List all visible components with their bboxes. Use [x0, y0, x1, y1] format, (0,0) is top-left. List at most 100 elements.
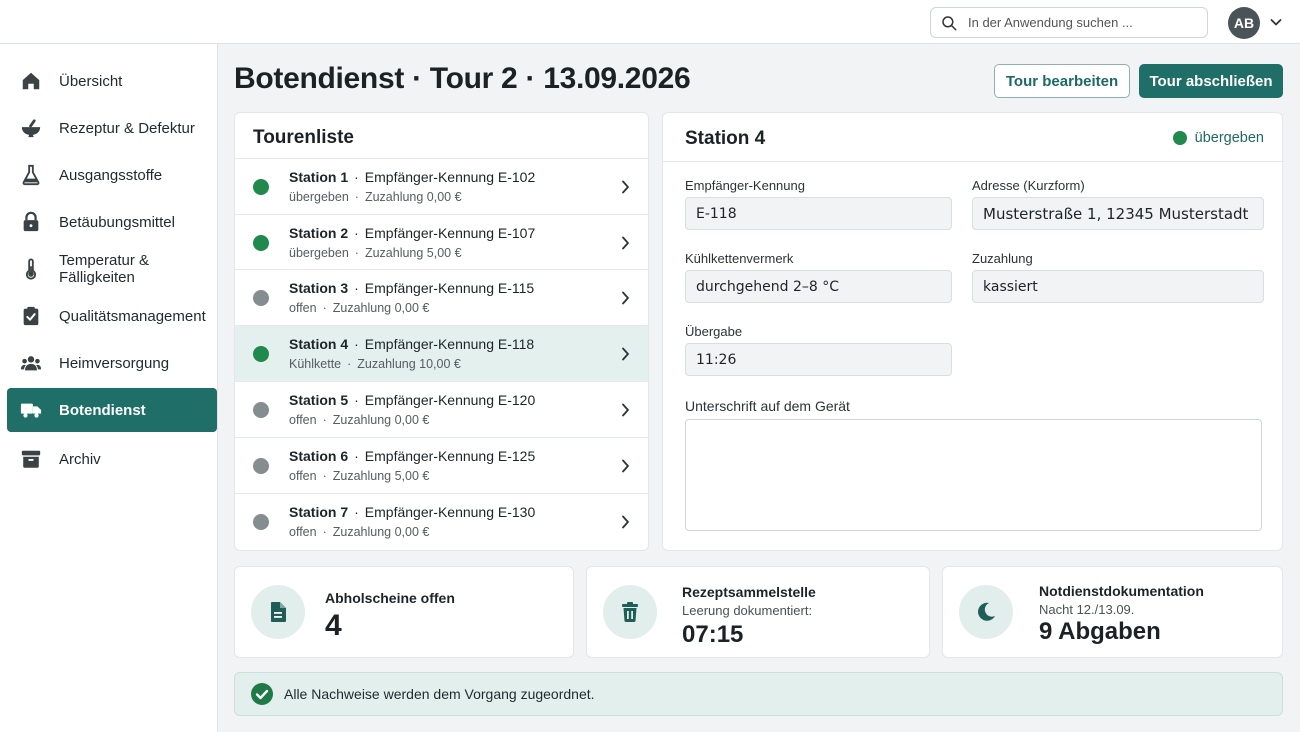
- tour-list-title: Tourenliste: [253, 127, 354, 148]
- status-dot: [253, 402, 269, 418]
- sidebar-item-qualitaetsmanagement[interactable]: Qualitätsmanagement: [7, 294, 217, 338]
- recipient-id: Empfänger-Kennung E-130: [364, 504, 536, 520]
- row-payment: Zuzahlung 10,00 €: [357, 357, 461, 371]
- stat-value: 07:15: [682, 621, 744, 648]
- chevron-right-icon: [622, 180, 629, 194]
- table-row[interactable]: Station 7 · Empfänger-Kennung E-130 offen ·…: [235, 493, 648, 549]
- sidebar-item-label: Betäubungsmittel: [59, 213, 175, 231]
- sidebar-item-label: Archiv: [59, 450, 101, 468]
- trash-icon: [603, 585, 657, 639]
- row-status: offen: [289, 413, 317, 427]
- search-box[interactable]: [930, 7, 1208, 38]
- handover-label: Übergabe: [685, 324, 743, 339]
- sidebar: Übersicht Rezeptur & Defektur Ausgangsst…: [0, 44, 218, 732]
- stat-sub: Leerung dokumentiert:: [682, 603, 813, 618]
- recipient-id: Empfänger-Kennung E-118: [364, 336, 535, 352]
- signature-label: Unterschrift auf dem Gerät: [685, 398, 850, 414]
- status-dot: [253, 235, 269, 251]
- table-row-selected[interactable]: Station 4 · Empfänger-Kennung E-118 Kühlke…: [235, 325, 648, 381]
- tour-list-card: Tourenliste Station 1 · Empfänger-Kennung …: [234, 112, 649, 551]
- chevron-right-icon: [622, 515, 629, 529]
- sidebar-item-archiv[interactable]: Archiv: [7, 437, 217, 481]
- row-payment: Zuzahlung 0,00 €: [332, 413, 430, 427]
- row-payment: Zuzahlung 0,00 €: [332, 301, 430, 315]
- sidebar-item-label: Übersicht: [59, 72, 123, 90]
- stat-title: Rezeptsammelstelle: [682, 584, 816, 600]
- divider: [663, 161, 1284, 162]
- pickup-stat-card[interactable]: Abholscheine offen 4: [234, 566, 574, 658]
- row-payment: Zuzahlung 0,00 €: [332, 525, 430, 539]
- row-status: übergeben: [289, 246, 349, 260]
- stat-value: 9 Abgaben: [1039, 618, 1161, 645]
- cold-chain-field[interactable]: durchgehend 2–8 °C: [685, 270, 952, 303]
- table-row[interactable]: Station 3 · Empfänger-Kennung E-115 offen ·…: [235, 269, 648, 325]
- table-row[interactable]: Station 6 · Empfänger-Kennung E-125 offen ·…: [235, 437, 648, 493]
- archive-icon: [20, 448, 42, 470]
- sidebar-item-heimversorgung[interactable]: Heimversorgung: [7, 341, 217, 385]
- address-field[interactable]: Musterstraße 1, 12345 Musterstadt: [972, 197, 1264, 230]
- sidebar-item-label: Rezeptur & Defektur: [59, 119, 195, 137]
- recipient-label: Empfänger-Kennung: [685, 178, 805, 193]
- sidebar-item-label: Ausgangsstoffe: [59, 166, 163, 184]
- mortar-pestle-icon: [20, 117, 42, 139]
- address-label: Adresse (Kurzform): [972, 178, 1085, 193]
- stat-sub: Nacht 12./13.09.: [1039, 602, 1135, 617]
- station-name: Station 2: [289, 225, 349, 241]
- lock-icon: [20, 211, 42, 233]
- row-payment: Zuzahlung 5,00 €: [332, 469, 430, 483]
- sidebar-item-temperatur[interactable]: Temperatur & Fälligkeiten: [7, 247, 217, 291]
- row-payment: Zuzahlung 0,00 €: [364, 190, 462, 204]
- chevron-down-icon[interactable]: [1269, 15, 1283, 29]
- table-row[interactable]: Station 5 · Empfänger-Kennung E-120 offen ·…: [235, 381, 648, 437]
- chevron-right-icon: [622, 236, 629, 250]
- sidebar-item-botendienst[interactable]: Botendienst: [7, 388, 217, 432]
- station-detail-card: Station 4 übergeben Empfänger-Kennung E-…: [662, 112, 1284, 551]
- sidebar-item-ausgangsstoffe[interactable]: Ausgangsstoffe: [7, 153, 217, 197]
- recipient-id: Empfänger-Kennung E-102: [364, 169, 536, 185]
- search-input[interactable]: [968, 15, 1188, 30]
- station-name: Station 7: [289, 504, 349, 520]
- stat-title: Abholscheine offen: [325, 590, 455, 606]
- row-status: offen: [289, 469, 317, 483]
- sidebar-item-label: Botendienst: [59, 401, 146, 419]
- sidebar-item-rezeptur[interactable]: Rezeptur & Defektur: [7, 106, 217, 150]
- sidebar-item-uebersicht[interactable]: Übersicht: [7, 59, 217, 103]
- emergency-stat-card[interactable]: Notdienstdokumentation Nacht 12./13.09. …: [942, 566, 1283, 658]
- station-name: Station 3: [289, 280, 349, 296]
- status-dot: [253, 346, 269, 362]
- status-dot: [253, 514, 269, 530]
- row-payment: Zuzahlung 5,00 €: [364, 246, 462, 260]
- recipient-id: Empfänger-Kennung E-115: [364, 280, 535, 296]
- edit-tour-button[interactable]: Tour bearbeiten: [994, 64, 1130, 98]
- table-row[interactable]: Station 2 · Empfänger-Kennung E-107 überge…: [235, 214, 648, 270]
- status-text: übergeben: [1194, 130, 1264, 146]
- signature-pad[interactable]: [685, 419, 1262, 531]
- chevron-right-icon: [622, 347, 629, 361]
- document-icon: [251, 585, 305, 639]
- check-circle-icon: [251, 683, 273, 705]
- info-notice: Alle Nachweise werden dem Vorgang zugeor…: [234, 672, 1283, 716]
- finish-tour-button[interactable]: Tour abschließen: [1139, 64, 1283, 98]
- search-icon: [942, 15, 957, 30]
- recipient-field[interactable]: E-118: [685, 197, 952, 230]
- cold-chain-label: Kühlkettenvermerk: [685, 251, 794, 266]
- status-dot: [1172, 131, 1187, 145]
- truck-icon: [20, 399, 42, 421]
- recipient-id: Empfänger-Kennung E-120: [364, 392, 536, 408]
- table-row[interactable]: Station 1 · Empfänger-Kennung E-102 überge…: [235, 158, 648, 214]
- payment-field[interactable]: kassiert: [972, 270, 1264, 303]
- status-dot: [253, 290, 269, 306]
- row-status: offen: [289, 525, 317, 539]
- moon-icon: [959, 585, 1013, 639]
- sidebar-item-label: Qualitätsmanagement: [59, 307, 206, 325]
- handover-field[interactable]: 11:26: [685, 343, 952, 376]
- page-title: Botendienst · Tour 2 · 13.09.2026: [234, 62, 691, 95]
- station-name: Station 1: [289, 169, 349, 185]
- row-status: offen: [289, 301, 317, 315]
- avatar[interactable]: AB: [1228, 7, 1260, 39]
- sidebar-item-betaeubungsmittel[interactable]: Betäubungsmittel: [7, 200, 217, 244]
- station-name: Station 5: [289, 392, 349, 408]
- collection-stat-card[interactable]: Rezeptsammelstelle Leerung dokumentiert:…: [586, 566, 930, 658]
- top-bar: AB: [0, 0, 1300, 44]
- row-status: übergeben: [289, 190, 349, 204]
